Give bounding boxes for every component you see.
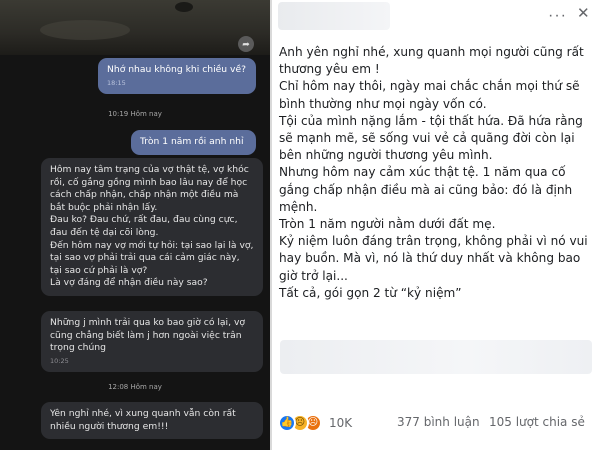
reaction-count: 10K — [329, 416, 353, 430]
facebook-post: ··· ✕ Anh yên nghỉ nhé, xung quanh mọi n… — [272, 0, 600, 450]
photo-subject — [175, 2, 193, 12]
more-horizontal-icon[interactable]: ··· — [548, 8, 567, 24]
message-text: Nhớ nhau không khi chiều về? — [107, 64, 247, 75]
photo-preview: ➦ — [0, 0, 270, 55]
message-time: 18:15 — [107, 78, 126, 87]
shares-count[interactable]: 105 lượt chia sẻ — [489, 415, 585, 429]
day-separator: 12:08 Hôm nay — [108, 383, 162, 391]
close-icon[interactable]: ✕ — [577, 6, 590, 21]
day-separator: 10:19 Hôm nay — [108, 110, 162, 118]
author-header-blurred — [278, 2, 390, 30]
blurred-content — [280, 340, 592, 374]
like-icon: 👍 — [278, 414, 296, 432]
message-bubble-incoming[interactable]: Yên nghỉ nhé, vì xung quanh vẫn còn rất … — [41, 402, 263, 440]
post-text: Anh yên nghỉ nhé, xung quanh mọi người c… — [279, 45, 588, 300]
share-arrow-icon[interactable]: ➦ — [238, 36, 254, 52]
message-text: Những j mình trải qua ko bao giờ có lại,… — [50, 317, 246, 354]
message-text: Tròn 1 năm rồi anh nhỉ — [140, 136, 244, 147]
message-bubble-incoming[interactable]: Hôm nay tâm trạng của vợ thật tệ, vợ khó… — [41, 158, 263, 296]
message-bubble-outgoing[interactable]: Nhớ nhau không khi chiều về? 18:15 — [98, 58, 256, 94]
message-time: 10:25 — [50, 356, 69, 365]
chat-screenshot: ➦ Nhớ nhau không khi chiều về? 18:15 10:… — [0, 0, 270, 450]
message-bubble-incoming[interactable]: Những j mình trải qua ko bao giờ có lại,… — [41, 311, 263, 372]
comments-count[interactable]: 377 bình luận — [397, 415, 480, 429]
message-bubble-outgoing[interactable]: Tròn 1 năm rồi anh nhỉ — [131, 130, 256, 155]
reaction-summary[interactable]: 👍 ☹ ☹ 10K — [278, 412, 352, 434]
post-body: Anh yên nghỉ nhé, xung quanh mọi người c… — [279, 44, 597, 302]
message-text: Yên nghỉ nhé, vì xung quanh vẫn còn rất … — [50, 408, 236, 432]
photo-texture — [40, 20, 130, 40]
message-text: Hôm nay tâm trạng của vợ thật tệ, vợ khó… — [50, 164, 254, 289]
